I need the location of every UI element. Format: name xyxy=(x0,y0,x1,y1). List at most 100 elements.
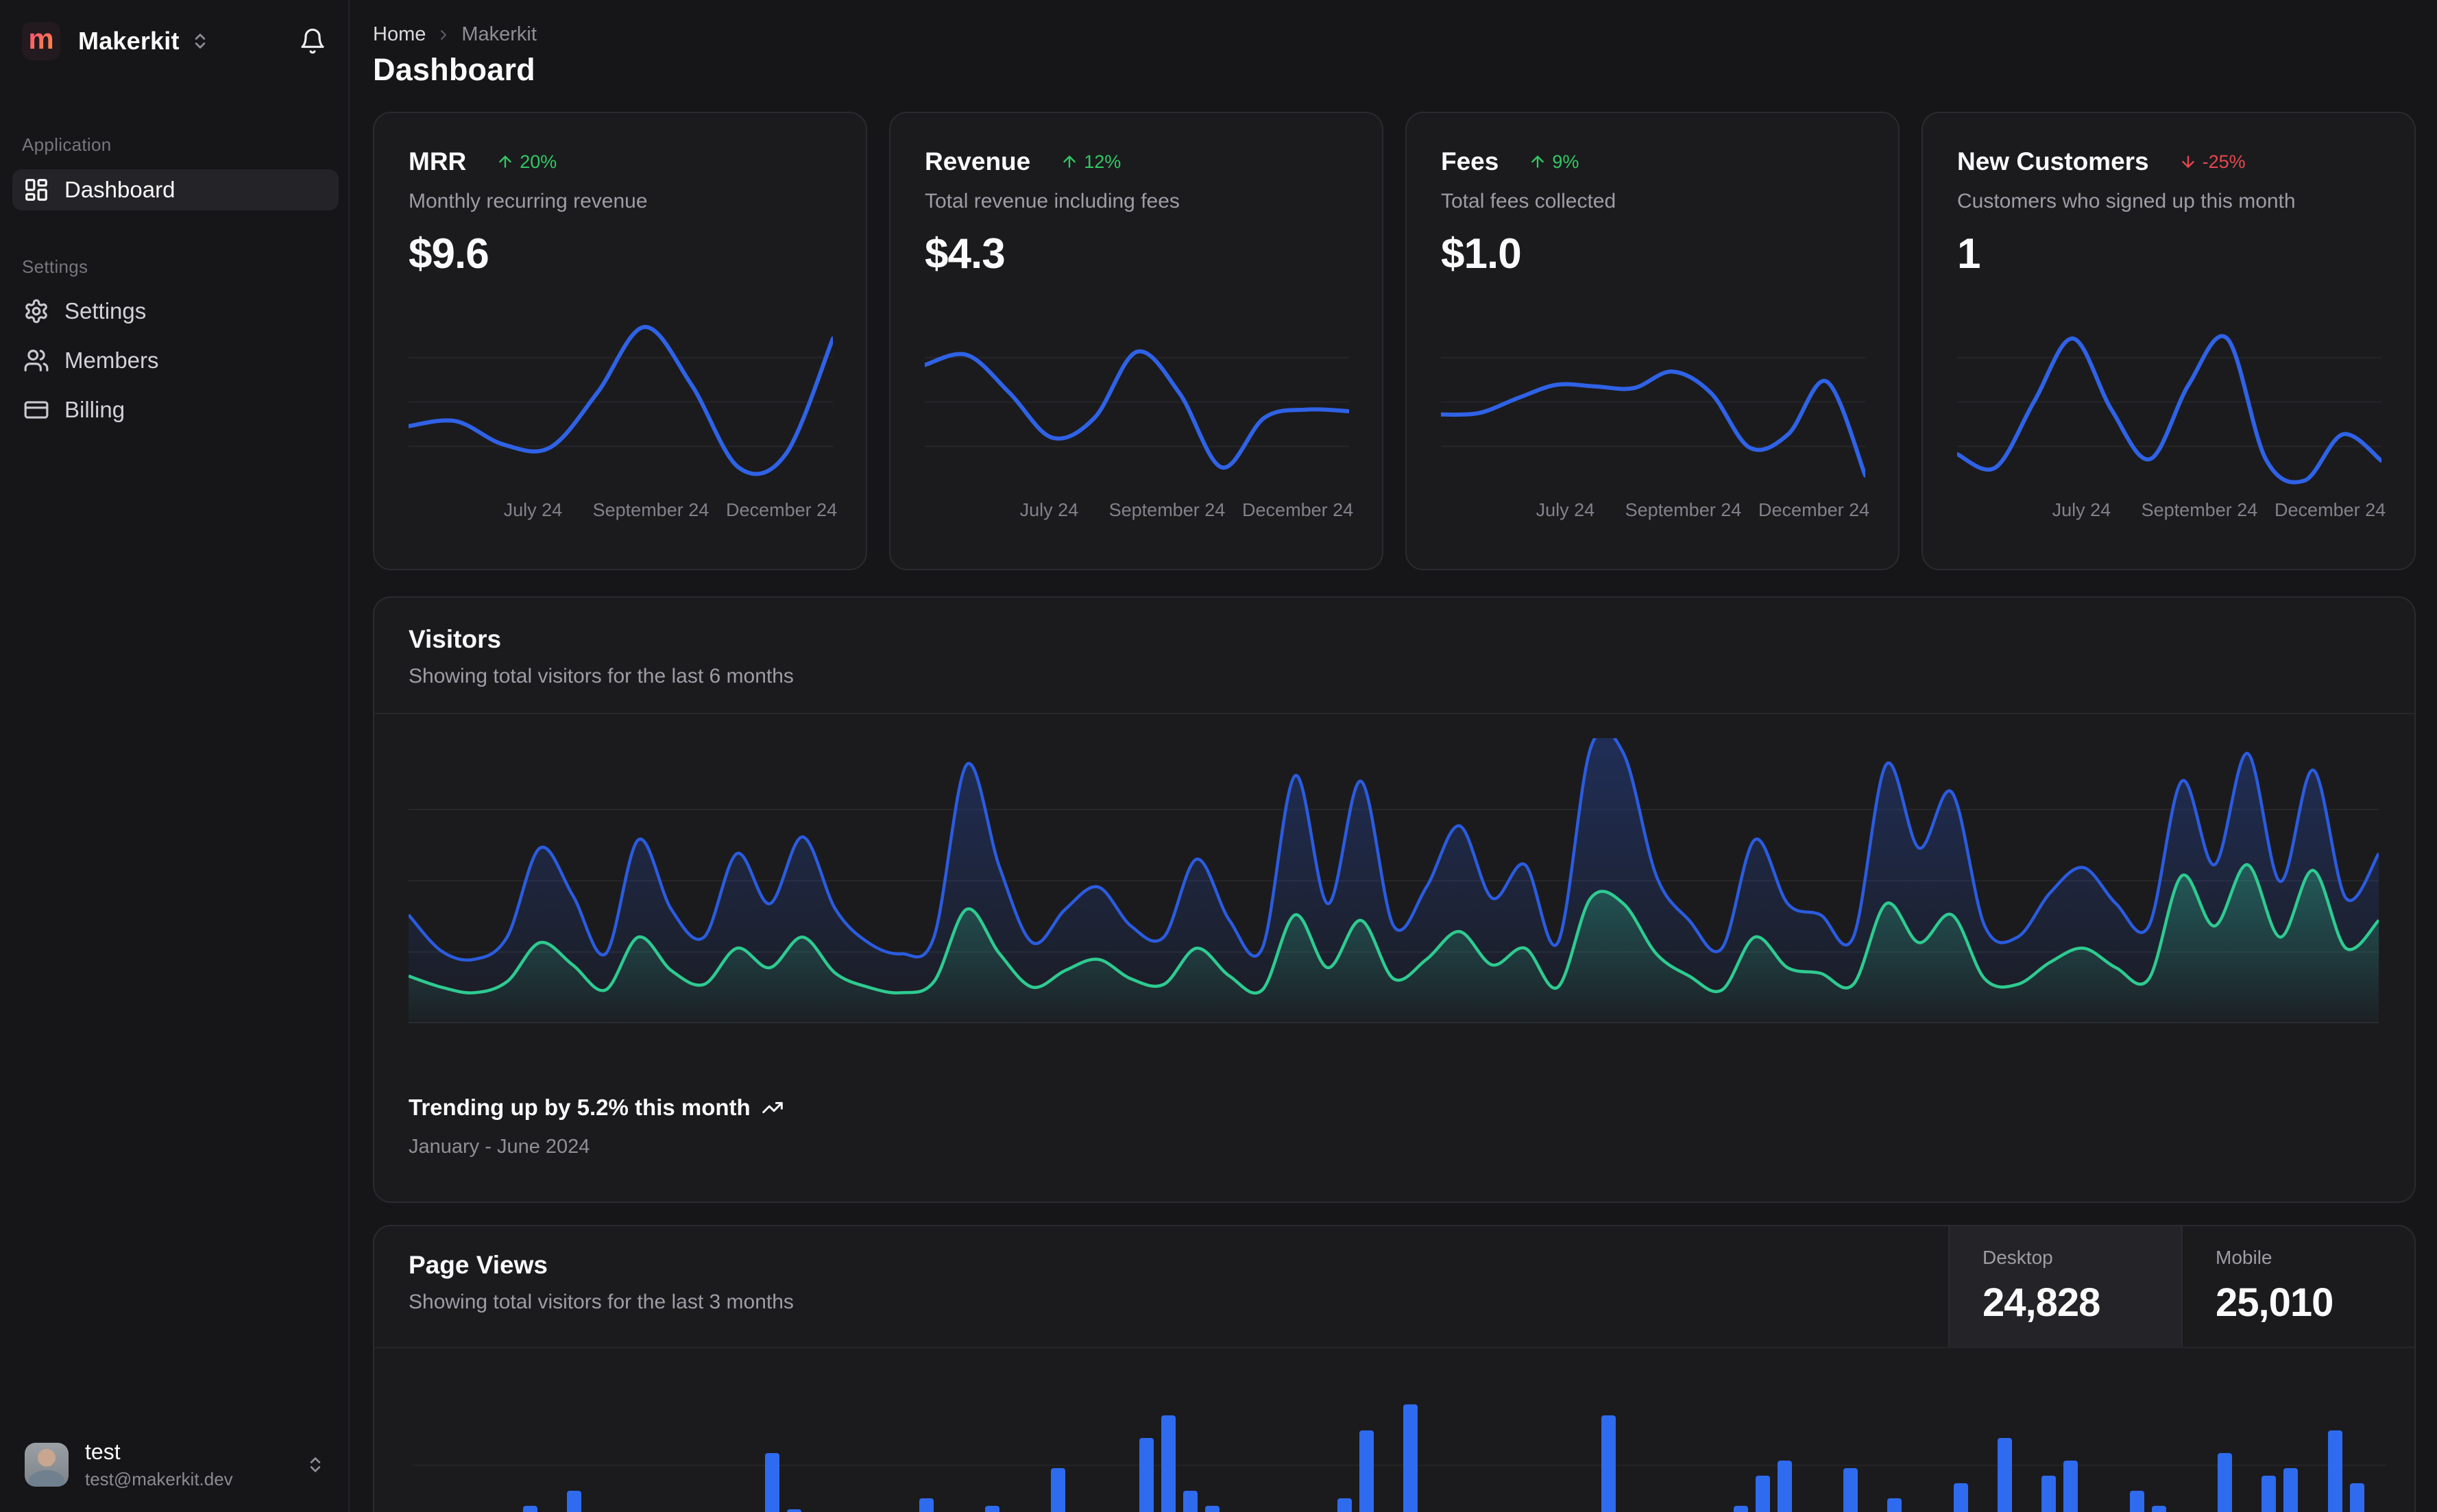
page-views-toggle-desktop[interactable]: Desktop 24,828 xyxy=(1948,1226,2181,1347)
x-axis-tick-label: September 24 xyxy=(1108,500,1226,520)
stat-title: Revenue xyxy=(925,147,1031,175)
trend-value: 12% xyxy=(1084,151,1121,172)
stat-sparkline-chart[interactable]: July 24 September 24 December 24 xyxy=(925,313,1353,520)
bar xyxy=(764,1453,779,1512)
x-axis-tick-label: December 24 xyxy=(2275,500,2386,520)
bar xyxy=(2151,1505,2166,1512)
x-axis-tick-label: July 24 xyxy=(1536,500,1595,520)
users-icon xyxy=(23,347,49,374)
sidebar-section-application: Application xyxy=(22,134,112,155)
stat-card-new-customers: New Customers -25% Customers who signed up… xyxy=(1921,112,2416,570)
bar xyxy=(2327,1430,2342,1512)
bar xyxy=(2283,1468,2299,1512)
bar xyxy=(1601,1415,1616,1512)
stat-subtitle: Total fees collected xyxy=(1441,190,1616,212)
sidebar-item-members[interactable]: Members xyxy=(12,340,339,381)
x-axis-tick-label: July 24 xyxy=(503,500,563,520)
bar xyxy=(1887,1498,1902,1512)
bar xyxy=(1139,1438,1154,1512)
stat-sparkline-chart[interactable]: July 24 September 24 December 24 xyxy=(1957,313,2386,520)
user-name: test xyxy=(85,1439,121,1465)
bar xyxy=(522,1505,537,1512)
bar xyxy=(1777,1461,1792,1512)
stat-sparkline-chart[interactable]: July 24 September 24 December 24 xyxy=(409,313,837,520)
stat-value: $4.3 xyxy=(925,230,1006,278)
breadcrumb-current: Makerkit xyxy=(461,23,537,45)
bar xyxy=(1755,1475,1770,1512)
bar xyxy=(1051,1468,1066,1512)
sidebar-item-billing[interactable]: Billing xyxy=(12,389,339,430)
visitors-card-header: Visitors Showing total visitors for the … xyxy=(374,598,2414,714)
chevrons-up-down-icon xyxy=(306,1455,325,1474)
bar xyxy=(1161,1415,1176,1512)
arrow-up-icon: 9% xyxy=(1529,151,1579,173)
page-title: Dashboard xyxy=(373,52,535,87)
x-axis-tick-label: December 24 xyxy=(1242,500,1354,520)
credit-card-icon xyxy=(23,397,49,423)
sidebar-item-dashboard[interactable]: Dashboard xyxy=(12,169,339,210)
bar xyxy=(2129,1490,2144,1512)
sidebar-item-settings[interactable]: Settings xyxy=(12,291,339,332)
stat-subtitle: Monthly recurring revenue xyxy=(409,190,648,212)
visitors-trend-text: Trending up by 5.2% this month xyxy=(409,1095,751,1120)
trend-value: 20% xyxy=(520,151,557,172)
visitors-footer: Trending up by 5.2% this month January -… xyxy=(409,1095,784,1158)
stat-sparkline-chart[interactable]: July 24 September 24 December 24 xyxy=(1441,313,1869,520)
page-views-header: Page Views Showing total visitors for th… xyxy=(374,1226,2414,1348)
sidebar-item-label: Billing xyxy=(64,397,125,422)
stat-value: $9.6 xyxy=(409,230,489,278)
stat-card-fees: Fees 9% Total fees collected $1.0 July 24 Sep… xyxy=(1405,112,1900,570)
chevrons-up-down-icon xyxy=(191,32,210,51)
sidebar-item-label: Dashboard xyxy=(64,177,175,202)
main-content: Home Makerkit Dashboard MRR 20% Monthly re… xyxy=(351,0,2437,1512)
stat-value: $1.0 xyxy=(1441,230,1522,278)
user-menu[interactable]: test test@makerkit.dev xyxy=(25,1439,325,1490)
layout-dashboard-icon xyxy=(23,177,49,203)
sidebar-section-settings: Settings xyxy=(22,256,88,277)
visitors-area-chart[interactable] xyxy=(409,738,2379,1023)
arrow-up-icon: 20% xyxy=(496,151,557,173)
x-axis-tick-label: December 24 xyxy=(726,500,838,520)
bar xyxy=(984,1505,999,1512)
bar xyxy=(2217,1453,2232,1512)
breadcrumb: Home Makerkit xyxy=(373,23,537,46)
trend-value: 9% xyxy=(1552,151,1579,172)
page-views-bar-chart[interactable] xyxy=(413,1348,2387,1512)
stat-title: MRR xyxy=(409,147,467,175)
user-email: test@makerkit.dev xyxy=(85,1469,233,1490)
bar xyxy=(1843,1468,1858,1512)
bar xyxy=(786,1509,801,1512)
stat-title: New Customers xyxy=(1957,147,2149,175)
x-axis-tick-label: July 24 xyxy=(1019,500,1079,520)
workspace-selector[interactable]: m Makerkit xyxy=(22,22,326,60)
chevron-right-icon xyxy=(435,27,452,43)
x-axis-tick-label: September 24 xyxy=(592,500,710,520)
gear-icon xyxy=(23,298,49,324)
breadcrumb-home-link[interactable]: Home xyxy=(373,23,426,46)
arrow-up-icon: 12% xyxy=(1060,151,1121,173)
page-views-card: Page Views Showing total visitors for th… xyxy=(373,1225,2416,1512)
bell-icon[interactable] xyxy=(299,27,326,55)
x-axis-tick-label: September 24 xyxy=(2141,500,2258,520)
visitors-card: Visitors Showing total visitors for the … xyxy=(373,596,2416,1203)
visitors-subtitle: Showing total visitors for the last 6 mo… xyxy=(409,665,794,687)
bar xyxy=(2349,1483,2364,1512)
arrow-down-icon: -25% xyxy=(2179,151,2246,173)
bar xyxy=(2041,1475,2057,1512)
bar xyxy=(2262,1475,2277,1512)
visitors-period: January - June 2024 xyxy=(409,1136,590,1158)
page-views-toggle-mobile[interactable]: Mobile 25,010 xyxy=(2181,1226,2414,1347)
bar xyxy=(1733,1505,1748,1512)
stat-subtitle: Customers who signed up this month xyxy=(1957,190,2296,212)
bar xyxy=(919,1498,934,1512)
x-axis-tick-label: September 24 xyxy=(1625,500,1742,520)
mobile-value: 25,010 xyxy=(2216,1280,2333,1325)
stat-card-revenue: Revenue 12% Total revenue including fees $4… xyxy=(889,112,1383,570)
page-views-subtitle: Showing total visitors for the last 3 mo… xyxy=(409,1291,794,1313)
x-axis-tick-label: December 24 xyxy=(1758,500,1870,520)
x-axis-tick-label: July 24 xyxy=(2052,500,2111,520)
desktop-label: Desktop xyxy=(1983,1247,2053,1268)
bar xyxy=(1997,1438,2012,1512)
sidebar-item-label: Settings xyxy=(64,298,147,324)
visitors-title: Visitors xyxy=(409,625,502,653)
